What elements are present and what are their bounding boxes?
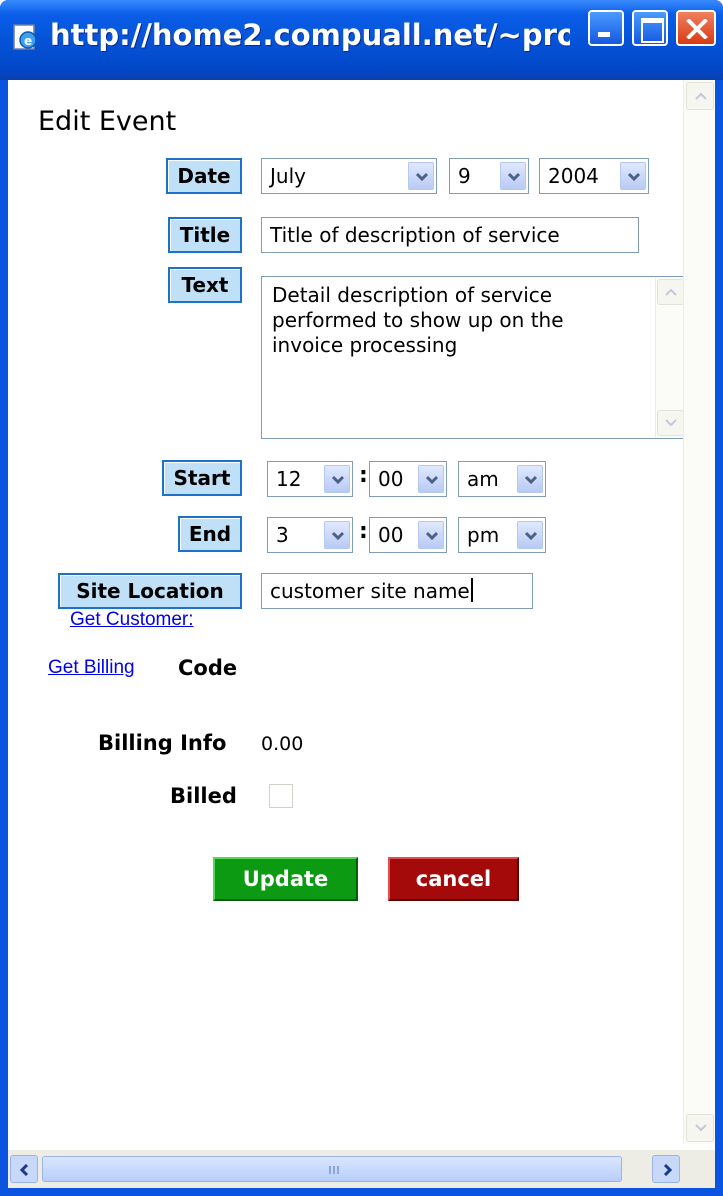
update-button[interactable]: Update bbox=[213, 857, 358, 901]
chevron-down-icon bbox=[524, 475, 538, 485]
year-value: 2004 bbox=[548, 164, 599, 188]
billing-info-value: 0.00 bbox=[261, 733, 304, 755]
chevron-left-icon bbox=[19, 1164, 29, 1176]
chevron-up-icon bbox=[665, 288, 677, 296]
vertical-scrollbar[interactable] bbox=[683, 80, 715, 1144]
scrollbar-corner bbox=[683, 1150, 715, 1188]
title-bar[interactable]: e http://home2.compuall.net/~program/i..… bbox=[0, 0, 723, 80]
end-hour-dropdown-button[interactable] bbox=[324, 521, 350, 549]
cancel-button[interactable]: cancel bbox=[388, 857, 519, 901]
day-value: 9 bbox=[458, 164, 471, 188]
scroll-up-button[interactable] bbox=[686, 82, 714, 110]
chevron-down-icon bbox=[425, 531, 439, 541]
get-billing-link[interactable]: Get Billing bbox=[48, 657, 135, 679]
start-ampm-select[interactable]: am bbox=[458, 461, 546, 497]
title-input[interactable]: Title of description of service bbox=[261, 217, 639, 253]
end-hour-select[interactable]: 3 bbox=[267, 517, 353, 553]
month-select[interactable]: July bbox=[261, 158, 437, 194]
start-hour-value: 12 bbox=[276, 467, 302, 491]
site-location-input[interactable]: customer site name bbox=[261, 573, 533, 609]
start-label: Start bbox=[162, 460, 242, 496]
billed-checkbox[interactable] bbox=[269, 784, 293, 808]
month-value: July bbox=[270, 164, 306, 188]
ie-page-icon: e bbox=[13, 24, 37, 50]
text-label: Text bbox=[168, 267, 242, 303]
scroll-left-button[interactable] bbox=[10, 1155, 38, 1183]
chevron-down-icon bbox=[507, 172, 521, 182]
start-time-separator: : bbox=[359, 463, 368, 488]
end-time-separator: : bbox=[359, 519, 368, 544]
chevron-down-icon bbox=[695, 1124, 707, 1132]
title-label: Title bbox=[168, 217, 242, 253]
end-minute-dropdown-button[interactable] bbox=[418, 521, 444, 549]
site-location-label: Site Location bbox=[58, 573, 242, 609]
browser-window: e http://home2.compuall.net/~program/i..… bbox=[0, 0, 723, 1196]
chevron-down-icon bbox=[627, 172, 641, 182]
close-button[interactable] bbox=[676, 10, 716, 46]
site-location-value: customer site name bbox=[270, 579, 470, 603]
year-dropdown-button[interactable] bbox=[620, 162, 646, 190]
start-minute-value: 00 bbox=[378, 467, 404, 491]
minimize-button[interactable] bbox=[588, 10, 624, 46]
start-minute-select[interactable]: 00 bbox=[369, 461, 447, 497]
chevron-down-icon bbox=[331, 475, 345, 485]
horizontal-scrollbar[interactable] bbox=[8, 1150, 715, 1188]
end-ampm-dropdown-button[interactable] bbox=[517, 521, 543, 549]
get-customer-link[interactable]: Get Customer: bbox=[70, 609, 194, 631]
code-label: Code bbox=[178, 656, 238, 680]
scroll-right-button[interactable] bbox=[652, 1155, 680, 1183]
date-label: Date bbox=[166, 158, 242, 194]
end-minute-value: 00 bbox=[378, 523, 404, 547]
end-minute-select[interactable]: 00 bbox=[369, 517, 447, 553]
chevron-down-icon bbox=[665, 419, 677, 427]
billing-info-label: Billing Info bbox=[98, 731, 227, 755]
text-cursor bbox=[470, 578, 473, 602]
maximize-button[interactable] bbox=[632, 10, 668, 46]
close-icon bbox=[686, 19, 708, 39]
text-textarea[interactable]: Detail description of service performed … bbox=[261, 276, 686, 439]
start-minute-dropdown-button[interactable] bbox=[418, 465, 444, 493]
month-dropdown-button[interactable] bbox=[408, 162, 434, 190]
start-ampm-dropdown-button[interactable] bbox=[517, 465, 543, 493]
chevron-down-icon bbox=[425, 475, 439, 485]
chevron-up-icon bbox=[695, 92, 707, 100]
end-label: End bbox=[178, 516, 242, 552]
year-select[interactable]: 2004 bbox=[539, 158, 649, 194]
chevron-down-icon bbox=[524, 531, 538, 541]
start-hour-select[interactable]: 12 bbox=[267, 461, 353, 497]
chevron-right-icon bbox=[663, 1164, 673, 1176]
end-ampm-select[interactable]: pm bbox=[458, 517, 546, 553]
start-ampm-value: am bbox=[467, 467, 499, 491]
day-dropdown-button[interactable] bbox=[500, 162, 526, 190]
page-content: Edit Event Date July 9 2004 Title Title … bbox=[8, 80, 715, 1188]
textarea-scrollbar[interactable] bbox=[655, 277, 685, 438]
chevron-down-icon bbox=[331, 531, 345, 541]
horizontal-scroll-thumb[interactable] bbox=[42, 1156, 622, 1182]
scroll-down-button[interactable] bbox=[686, 1114, 714, 1142]
start-hour-dropdown-button[interactable] bbox=[324, 465, 350, 493]
chevron-down-icon bbox=[415, 172, 429, 182]
textarea-scroll-up-button[interactable] bbox=[657, 279, 684, 305]
svg-text:e: e bbox=[24, 34, 32, 48]
end-ampm-value: pm bbox=[467, 523, 500, 547]
end-hour-value: 3 bbox=[276, 523, 289, 547]
window-title: http://home2.compuall.net/~program/i... bbox=[50, 18, 570, 52]
grip-icon bbox=[329, 1166, 339, 1174]
text-textarea-value: Detail description of service performed … bbox=[272, 283, 564, 357]
page-title: Edit Event bbox=[38, 106, 177, 137]
day-select[interactable]: 9 bbox=[449, 158, 529, 194]
textarea-scroll-down-button[interactable] bbox=[657, 410, 684, 436]
billed-label: Billed bbox=[170, 784, 237, 808]
